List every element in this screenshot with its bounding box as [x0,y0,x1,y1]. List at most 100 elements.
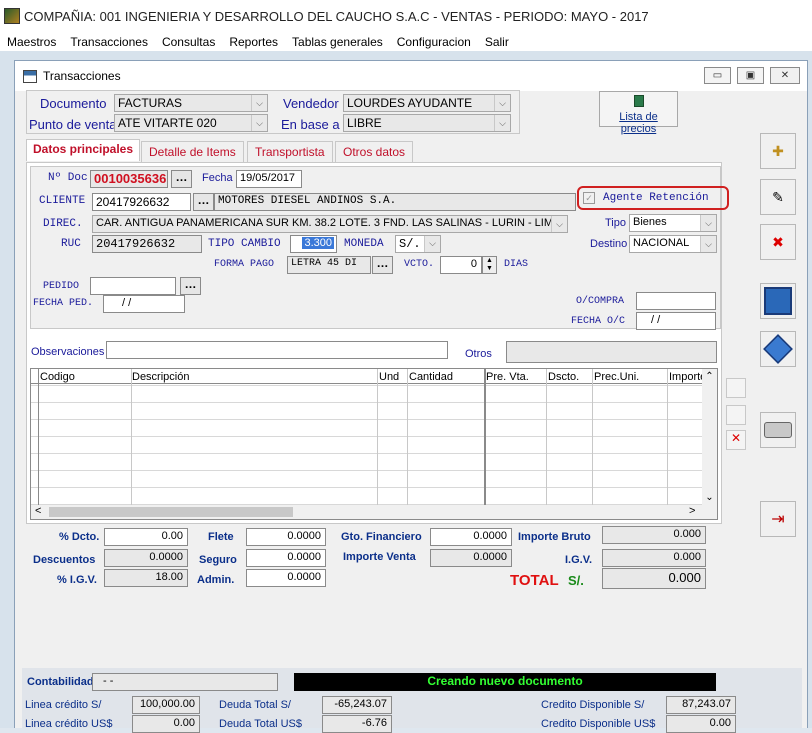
ruc-field: 20417926632 [92,235,202,253]
lista-precios-button[interactable]: Lista de precios [599,91,678,135]
pedido-lookup-button[interactable]: … [180,277,201,295]
fecha-ped-field[interactable]: / / [103,295,185,313]
en-base-select[interactable]: LIBRE ⌵ [343,114,511,132]
grid-col-divider [131,369,132,505]
gto-financiero-field[interactable]: 0.0000 [430,528,512,546]
tipo-value: Bienes [633,216,667,228]
add-row-icon[interactable] [726,378,746,398]
cube-icon [763,334,793,364]
destino-label: Destino [590,238,628,250]
minimize-button[interactable]: ▭ [704,67,731,84]
close-button[interactable]: ✕ [770,67,800,84]
destino-select[interactable]: NACIONAL ⌵ [629,235,717,253]
chevron-down-icon: ⌵ [251,115,267,131]
importe-bruto-field: 0.000 [602,526,706,544]
fecha-oc-label: FECHA O/C [571,316,626,327]
menu-consultas[interactable]: Consultas [155,35,222,49]
agente-retencion-checkbox[interactable]: ✓ Agente Retención [583,190,723,206]
vcto-spinner[interactable]: ▲ ▼ [482,256,497,274]
save-button[interactable] [760,283,796,319]
chevron-down-icon: ⌵ [424,236,440,252]
igv-pct-field: 18.00 [104,569,188,587]
cancel-button[interactable] [760,331,796,367]
printer-icon [764,422,792,438]
chevron-down-icon: ⌵ [700,236,716,252]
vcto-label: VCTO. [404,259,435,270]
delete-document-button[interactable]: ✖ [760,224,796,260]
documento-select[interactable]: FACTURAS ⌵ [114,94,268,112]
cliente-ruc-field[interactable]: 20417926632 [92,193,191,211]
pedido-field[interactable] [90,277,176,295]
save-icon [764,287,792,315]
total-label: TOTAL [510,572,559,589]
edit-document-button[interactable]: ✎ [760,179,796,215]
menu-salir[interactable]: Salir [478,35,516,49]
credito-sol-label: Credito Disponible S/ [541,699,645,711]
scroll-right-icon[interactable]: > [689,505,695,517]
fecha-oc-field[interactable]: / / [636,312,716,330]
scroll-left-icon[interactable]: < [35,505,41,517]
exit-button[interactable]: ⇥ [760,501,796,537]
tab-otros-datos[interactable]: Otros datos [335,141,414,163]
tipo-cambio-label: TIPO CAMBIO [208,238,281,250]
app-logo-icon [4,8,20,24]
admin-field[interactable]: 0.0000 [246,569,326,587]
moneda-select[interactable]: S/. ⌵ [395,235,441,253]
contabilidad-label: Contabilidad [27,676,94,688]
punto-venta-select[interactable]: ATE VITARTE 020 ⌵ [114,114,268,132]
direccion-select[interactable]: CAR. ANTIGUA PANAMERICANA SUR KM. 38.2 L… [92,215,568,233]
tab-detalle-items[interactable]: Detalle de Items [141,141,244,163]
flete-label: Flete [208,531,234,543]
print-button[interactable] [760,412,796,448]
igv-pct-label: % I.G.V. [57,574,97,586]
delete-document-icon: ✖ [772,233,784,250]
tab-transportista[interactable]: Transportista [247,141,333,163]
grid-horizontal-scrollbar[interactable]: < > [31,505,717,519]
chevron-down-icon: ⌵ [494,115,510,131]
linea-usd-field: 0.00 [132,715,200,733]
menu-tablas-generales[interactable]: Tablas generales [285,35,390,49]
delete-row-icon[interactable]: ✕ [726,430,746,450]
menu-transacciones[interactable]: Transacciones [63,35,155,49]
maximize-button[interactable]: ▣ [737,67,764,84]
col-pre-vta: Pre. Vta. [486,371,529,383]
tipo-cambio-value: 3.300 [302,237,334,249]
grid-col-divider [407,369,408,505]
forma-pago-lookup-button[interactable]: … [372,256,393,274]
fecha-field[interactable]: 19/05/2017 [236,170,302,188]
tipo-cambio-field[interactable]: 3.300 [290,235,337,253]
vcto-field[interactable]: 0 [440,256,482,274]
agente-retencion-label: Agente Retención [603,192,709,204]
grid-vertical-scrollbar[interactable]: ⌃ ⌄ [702,369,717,505]
observaciones-field[interactable] [106,341,448,359]
moneda-label: MONEDA [344,238,384,250]
total-field: 0.000 [602,568,706,589]
col-cantidad: Cantidad [409,371,454,383]
status-bar: Creando nuevo documento [294,673,716,691]
flete-field[interactable]: 0.0000 [246,528,326,546]
en-base-label: En base a [281,117,340,132]
ndoc-field[interactable]: 0010035636 [90,170,168,188]
total-currency: S/. [568,573,584,588]
checkbox-icon: ✓ [583,192,595,204]
tab-datos-principales[interactable]: Datos principales [26,139,141,161]
direccion-value: CAR. ANTIGUA PANAMERICANA SUR KM. 38.2 L… [96,217,561,229]
fecha-ped-label: FECHA PED. [33,298,94,309]
edit-row-icon[interactable] [726,405,746,425]
ndoc-lookup-button[interactable]: … [171,170,192,188]
direc-label: DIREC. [43,218,83,230]
vendedor-select[interactable]: LOURDES AYUDANTE ⌵ [343,94,511,112]
chevron-down-icon: ⌵ [551,216,567,232]
menu-reportes[interactable]: Reportes [222,35,285,49]
menu-maestros[interactable]: Maestros [0,35,63,49]
menu-configuracion[interactable]: Configuracion [390,35,478,49]
vendedor-value: LOURDES AYUDANTE [347,96,473,110]
seguro-field[interactable]: 0.0000 [246,549,326,567]
tipo-select[interactable]: Bienes ⌵ [629,214,717,232]
new-document-button[interactable]: ✚ [760,133,796,169]
dcto-field[interactable]: 0.00 [104,528,188,546]
cliente-lookup-button[interactable]: … [193,193,214,211]
scrollbar-thumb[interactable] [49,507,293,517]
ocompra-field[interactable] [636,292,716,310]
ocompra-label: O/COMPRA [576,296,625,307]
